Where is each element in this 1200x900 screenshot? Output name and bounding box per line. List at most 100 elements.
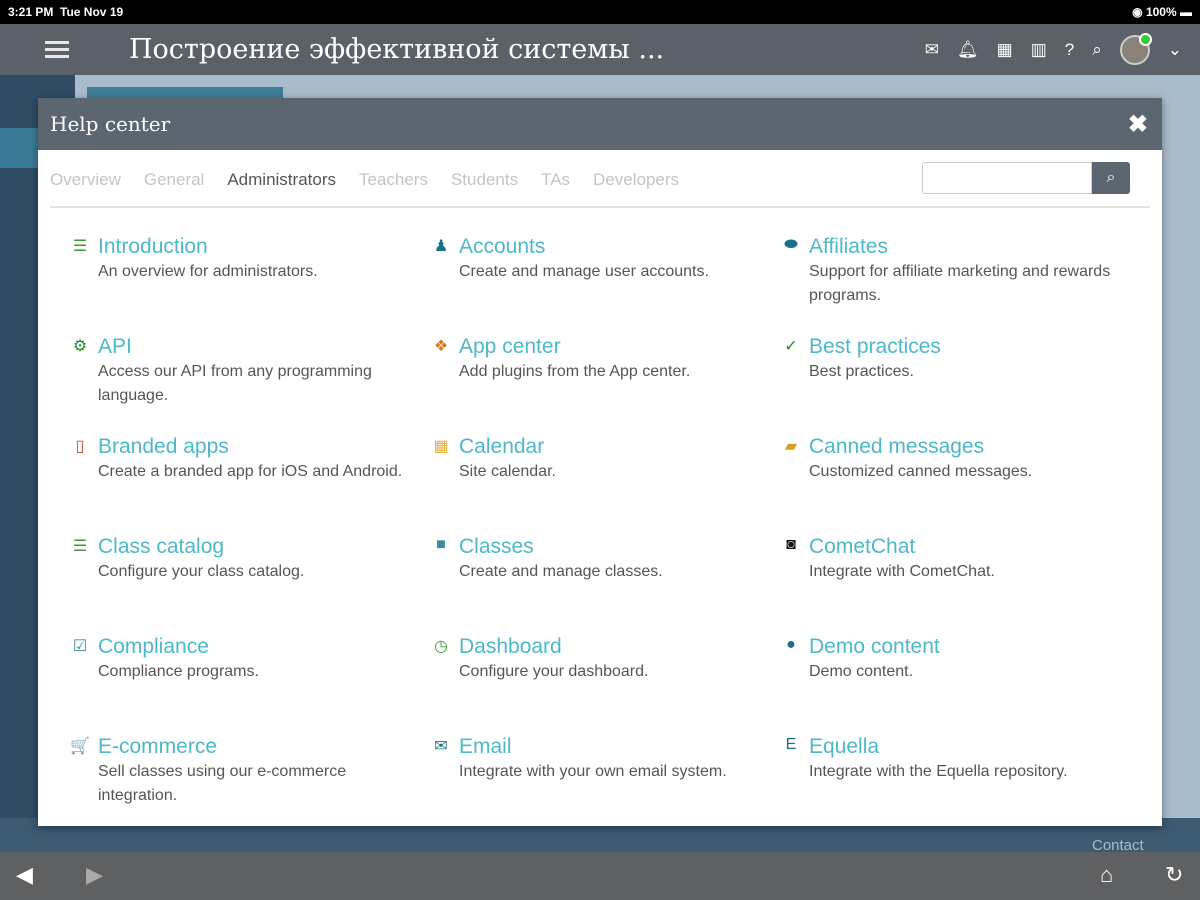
chat-icon: ▰: [784, 438, 798, 455]
close-icon[interactable]: ✖: [1128, 110, 1148, 139]
gear-icon: ⚙: [72, 338, 88, 355]
tab-teachers[interactable]: Teachers: [359, 170, 428, 190]
help-item-description: Integrate with the Equella repository.: [809, 763, 1068, 780]
trash-icon[interactable]: ▥: [1031, 40, 1047, 60]
help-item-class-catalog: ☰ Class catalog Configure your class catal…: [70, 534, 410, 584]
help-item-description: Best practices.: [809, 363, 914, 380]
help-item-link[interactable]: Branded apps: [98, 434, 410, 460]
tab-bar: Overview General Administrators Teachers Stu…: [50, 170, 679, 190]
help-item-description: Add plugins from the App center.: [459, 363, 691, 380]
list-icon: ☰: [72, 238, 88, 255]
calendar-icon: ▦: [433, 438, 449, 455]
tab-general[interactable]: General: [144, 170, 204, 190]
tab-overview[interactable]: Overview: [50, 170, 121, 190]
help-item-introduction: ☰ Introduction An overview for administrat…: [70, 234, 410, 284]
status-bar: 3:21 PM Tue Nov 19 ◉ 100% ▬: [0, 0, 1200, 24]
help-item-link[interactable]: CometChat: [809, 534, 1121, 560]
status-time: 3:21 PM: [8, 5, 54, 19]
clipboard-check-icon: ☑: [72, 638, 88, 655]
users-icon: ♟: [433, 238, 449, 255]
help-item-description: Customized canned messages.: [809, 463, 1033, 480]
help-item-canned-messages: ▰ Canned messages Customized canned messag…: [781, 434, 1121, 484]
help-icon[interactable]: ?: [1065, 40, 1074, 60]
tab-students[interactable]: Students: [451, 170, 518, 190]
forward-icon[interactable]: ▶: [86, 862, 103, 888]
app-header: Построение эффективной системы ... ✉ 🔔︎ …: [0, 24, 1200, 75]
help-item-description: Create and manage classes.: [459, 563, 663, 580]
cart-icon: 🛒: [70, 738, 90, 755]
help-item-link[interactable]: Calendar: [459, 434, 771, 460]
help-item-link[interactable]: E-commerce: [98, 734, 410, 760]
status-date: Tue Nov 19: [60, 5, 124, 19]
bell-icon[interactable]: 🔔︎: [957, 40, 979, 60]
browser-toolbar: ◀ ▶ ⌂ ↻: [0, 852, 1200, 900]
help-item-description: Support for affiliate marketing and rewa…: [809, 263, 1111, 304]
help-item-link[interactable]: Accounts: [459, 234, 771, 260]
help-item-affiliates: ⬬ Affiliates Support for affiliate marketi…: [781, 234, 1121, 308]
page-title: Построение эффективной системы ...: [129, 34, 665, 65]
help-item-e-commerce: 🛒 E-commerce Sell classes using our e-comm…: [70, 734, 410, 808]
help-item-link[interactable]: Dashboard: [459, 634, 771, 660]
home-icon[interactable]: ⌂: [1100, 862, 1113, 888]
help-item-link[interactable]: Affiliates: [809, 234, 1121, 260]
back-icon[interactable]: ◀: [16, 862, 33, 888]
help-item-best-practices: ✓ Best practices Best practices.: [781, 334, 1121, 384]
search-input[interactable]: [922, 162, 1092, 194]
help-item-description: Site calendar.: [459, 463, 556, 480]
help-item-link[interactable]: API: [98, 334, 410, 360]
tab-administrators[interactable]: Administrators: [227, 170, 336, 190]
help-item-accounts: ♟ Accounts Create and manage user accounts…: [431, 234, 771, 284]
help-item-description: Create and manage user accounts.: [459, 263, 709, 280]
dashboard-icon: ◷: [434, 638, 448, 655]
help-item-description: Configure your class catalog.: [98, 563, 305, 580]
help-item-description: Configure your dashboard.: [459, 663, 649, 680]
help-item-link[interactable]: Demo content: [809, 634, 1121, 660]
battery-icon: ▬: [1180, 5, 1192, 19]
handshake-icon: ⬬: [784, 236, 798, 253]
grid-icon[interactable]: ▦: [997, 40, 1013, 60]
help-item-link[interactable]: Email: [459, 734, 771, 760]
cometchat-icon: ◙: [786, 536, 796, 553]
tab-developers[interactable]: Developers: [593, 170, 679, 190]
help-item-description: Integrate with CometChat.: [809, 563, 995, 580]
help-item-link[interactable]: Equella: [809, 734, 1121, 760]
help-item-description: Integrate with your own email system.: [459, 763, 727, 780]
help-item-link[interactable]: Classes: [459, 534, 771, 560]
equella-icon: E: [785, 736, 797, 753]
help-item-description: Create a branded app for iOS and Android…: [98, 463, 403, 480]
help-item-link[interactable]: Canned messages: [809, 434, 1121, 460]
avatar[interactable]: [1119, 32, 1152, 65]
tab-tas[interactable]: TAs: [541, 170, 570, 190]
help-item-description: Compliance programs.: [98, 663, 259, 680]
divider: [50, 206, 1150, 208]
help-item-link[interactable]: App center: [459, 334, 771, 360]
help-item-branded-apps: ▯ Branded apps Create a branded app for iO…: [70, 434, 410, 484]
help-item-link[interactable]: Class catalog: [98, 534, 410, 560]
refresh-icon[interactable]: ↻: [1165, 862, 1183, 888]
mail-icon[interactable]: ✉: [925, 40, 939, 60]
help-item-api: ⚙ API Access our API from any programming …: [70, 334, 410, 408]
help-item-link[interactable]: Introduction: [98, 234, 410, 260]
help-item-link[interactable]: Best practices: [809, 334, 1121, 360]
search-icon[interactable]: ⌕: [1092, 40, 1102, 60]
check-icon: ✓: [784, 338, 798, 355]
classes-icon: ■: [436, 536, 446, 553]
hamburger-menu-icon[interactable]: [45, 41, 69, 58]
help-item-equella: E Equella Integrate with the Equella repos…: [781, 734, 1121, 784]
battery-level: 100%: [1145, 5, 1177, 19]
search-button[interactable]: ⌕: [1092, 162, 1130, 194]
search-icon: ⌕: [1106, 169, 1116, 186]
help-item-link[interactable]: Compliance: [98, 634, 410, 660]
help-item-demo-content: ● Demo content Demo content.: [781, 634, 1121, 684]
help-item-description: Access our API from any programming lang…: [98, 363, 372, 404]
help-item-description: Demo content.: [809, 663, 914, 680]
mail-icon: ✉: [434, 738, 448, 755]
puzzle-icon: ❖: [433, 338, 449, 355]
chevron-down-icon[interactable]: ⌄: [1168, 40, 1182, 60]
help-item-dashboard: ◷ Dashboard Configure your dashboard.: [431, 634, 771, 684]
search-box: ⌕: [922, 162, 1130, 194]
wifi-icon: ◉: [1132, 5, 1143, 19]
help-item-description: Sell classes using our e-commerce integr…: [98, 763, 347, 804]
help-item-cometchat: ◙ CometChat Integrate with CometChat.: [781, 534, 1121, 584]
mobile-icon: ▯: [75, 438, 85, 455]
